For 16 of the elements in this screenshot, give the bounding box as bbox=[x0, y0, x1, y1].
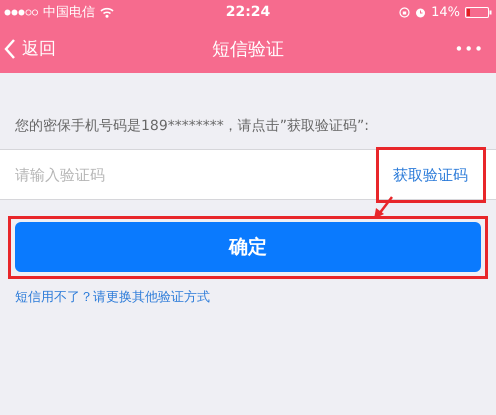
more-button[interactable]: ••• bbox=[454, 40, 484, 58]
page-title: 短信验证 bbox=[212, 38, 284, 60]
battery-percent: 14% bbox=[431, 4, 460, 20]
battery-icon bbox=[465, 6, 492, 18]
signal-icon bbox=[4, 8, 38, 16]
confirm-button[interactable]: 确定 bbox=[15, 222, 481, 272]
instruction-text: 您的密保手机号码是189********，请点击”获取验证码”: bbox=[15, 117, 370, 135]
wifi-icon bbox=[100, 6, 114, 18]
chevron-left-icon bbox=[4, 38, 16, 60]
alternative-method-link[interactable]: 短信用不了？请更换其他验证方式 bbox=[15, 288, 210, 306]
get-code-link[interactable]: 获取验证码 bbox=[393, 166, 468, 184]
alarm-icon bbox=[415, 6, 426, 18]
carrier-name: 中国电信 bbox=[43, 4, 95, 21]
status-time: 22:24 bbox=[226, 4, 270, 20]
orientation-lock-icon bbox=[399, 6, 410, 18]
back-button[interactable]: 返回 bbox=[4, 37, 56, 60]
